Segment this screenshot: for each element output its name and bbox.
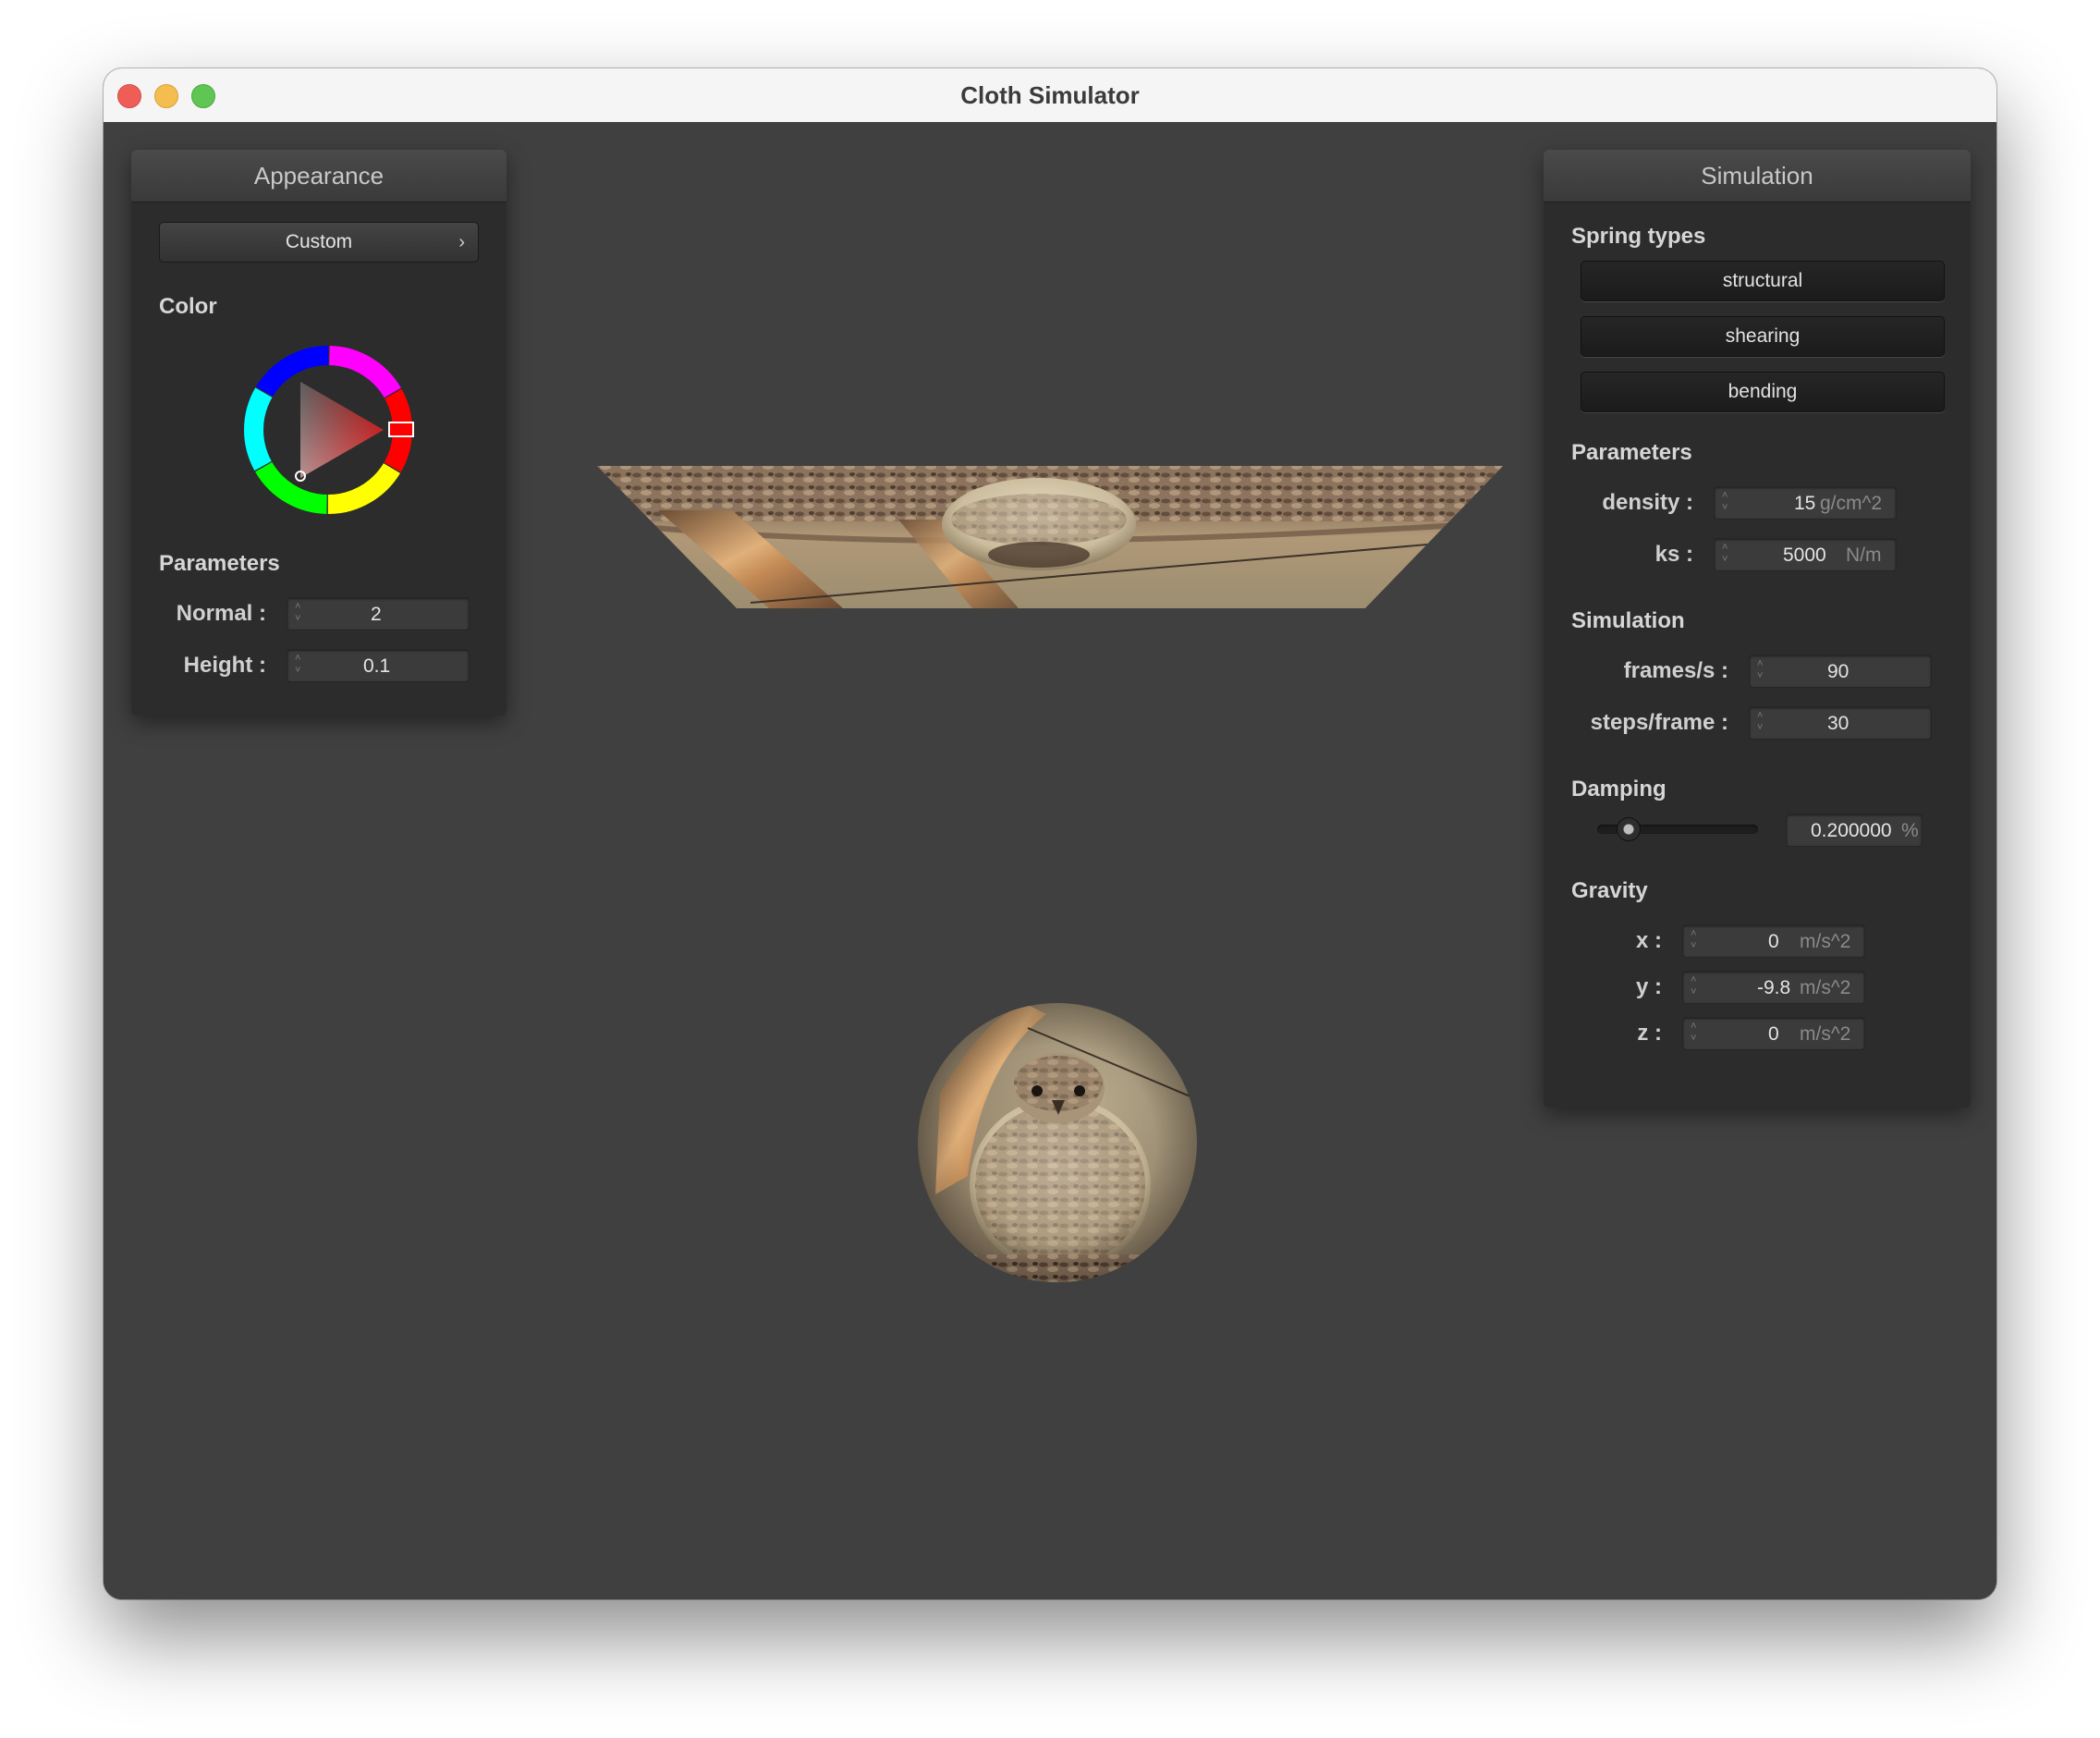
damping-value-box[interactable]: 0.200000 % bbox=[1786, 814, 1923, 847]
gravity-x-label: x : bbox=[1635, 928, 1662, 953]
appearance-panel-header[interactable]: Appearance bbox=[131, 150, 507, 202]
bending-spring-toggle[interactable]: bending bbox=[1581, 372, 1945, 412]
density-label: density : bbox=[1602, 490, 1693, 515]
simulation-section-label: Simulation bbox=[1571, 608, 1685, 633]
spinner-icon[interactable]: ˄ ˅ bbox=[1757, 710, 1768, 734]
normal-input[interactable]: ˄ ˅ 2 bbox=[287, 597, 470, 630]
spinner-icon[interactable]: ˄ ˅ bbox=[1691, 974, 1702, 998]
gravity-y-label: y : bbox=[1635, 974, 1662, 999]
ks-input[interactable]: ˄ ˅ 5000 N/m bbox=[1714, 538, 1897, 571]
cloth-texture bbox=[597, 466, 1503, 608]
density-input[interactable]: ˄ ˅ 15 g/cm^2 bbox=[1714, 486, 1897, 520]
gravity-z-input[interactable]: ˄ ˅ 0 m/s^2 bbox=[1682, 1017, 1865, 1050]
appearance-panel: Appearance Custom › Color Parameters Nor… bbox=[131, 150, 507, 716]
damping-slider-knob[interactable] bbox=[1616, 817, 1641, 841]
color-wheel[interactable] bbox=[240, 342, 416, 518]
ks-label: ks : bbox=[1654, 542, 1693, 567]
spinner-icon[interactable]: ˄ ˅ bbox=[295, 601, 306, 625]
gravity-z-label: z : bbox=[1637, 1021, 1662, 1046]
window-title: Cloth Simulator bbox=[960, 81, 1140, 109]
spinner-icon[interactable]: ˄ ˅ bbox=[1722, 490, 1733, 514]
spinner-icon[interactable]: ˄ ˅ bbox=[1691, 928, 1702, 952]
frames-per-s-input[interactable]: ˄ ˅ 90 bbox=[1749, 655, 1932, 688]
normal-label: Normal : bbox=[176, 601, 266, 626]
gravity-x-input[interactable]: ˄ ˅ 0 m/s^2 bbox=[1682, 924, 1865, 958]
simulation-panel-header[interactable]: Simulation bbox=[1544, 150, 1971, 202]
color-section-label: Color bbox=[159, 294, 217, 319]
simulation-panel: Simulation Spring types structural shear… bbox=[1544, 150, 1971, 1108]
height-label: Height : bbox=[183, 653, 266, 678]
simulation-parameters-label: Parameters bbox=[1571, 440, 1692, 465]
steps-per-frame-input[interactable]: ˄ ˅ 30 bbox=[1749, 706, 1932, 740]
damping-label: Damping bbox=[1571, 777, 1667, 802]
spinner-icon[interactable]: ˄ ˅ bbox=[295, 653, 306, 677]
shearing-spring-toggle[interactable]: shearing bbox=[1581, 316, 1945, 357]
gravity-y-input[interactable]: ˄ ˅ -9.8 m/s^2 bbox=[1682, 971, 1865, 1004]
appearance-parameters-label: Parameters bbox=[159, 551, 280, 576]
frames-per-s-label: frames/s : bbox=[1623, 658, 1728, 683]
title-bar: Cloth Simulator bbox=[104, 68, 1996, 123]
structural-spring-toggle[interactable]: structural bbox=[1581, 261, 1945, 301]
preset-dropdown[interactable]: Custom › bbox=[159, 222, 479, 263]
gravity-label: Gravity bbox=[1571, 878, 1648, 903]
steps-per-frame-label: steps/frame : bbox=[1590, 710, 1728, 735]
spinner-icon[interactable]: ˄ ˅ bbox=[1691, 1021, 1702, 1045]
hue-picker-marker[interactable] bbox=[388, 422, 414, 437]
spinner-icon[interactable]: ˄ ˅ bbox=[1722, 542, 1733, 566]
sphere-texture bbox=[918, 1003, 1197, 1282]
spring-types-label: Spring types bbox=[1571, 224, 1706, 249]
render-viewport[interactable]: Appearance Custom › Color Parameters Nor… bbox=[104, 122, 1996, 1599]
chevron-right-icon: › bbox=[458, 232, 465, 252]
preset-dropdown-label: Custom bbox=[285, 231, 353, 252]
spinner-icon[interactable]: ˄ ˅ bbox=[1757, 658, 1768, 682]
app-window: Cloth Simulator Appearance Custom › Colo… bbox=[104, 68, 1996, 1599]
height-input[interactable]: ˄ ˅ 0.1 bbox=[287, 649, 470, 682]
